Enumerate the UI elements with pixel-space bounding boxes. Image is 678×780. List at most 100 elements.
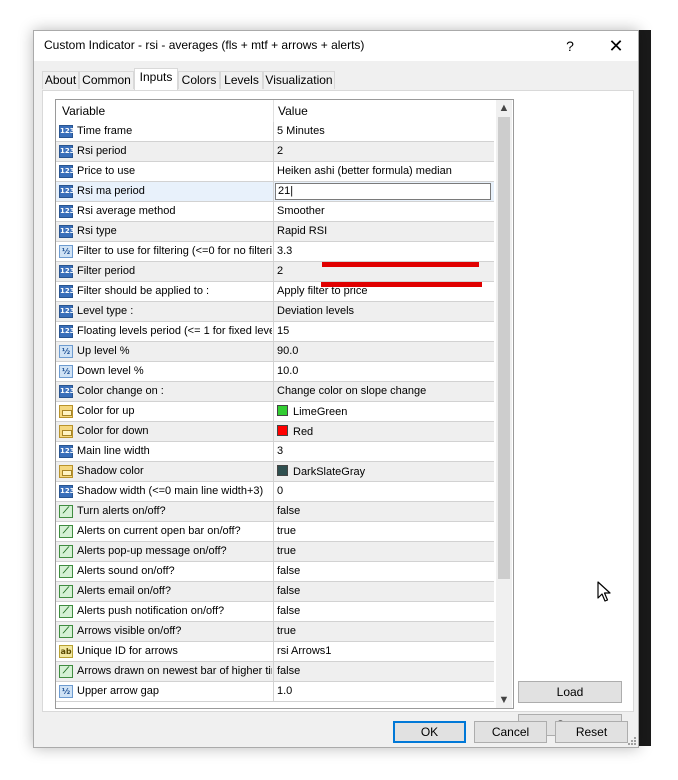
table-row[interactable]: ½ Up level % 90.0 bbox=[56, 342, 494, 362]
scroll-up-arrow-icon[interactable]: ▲ bbox=[496, 100, 512, 116]
variable-value[interactable]: Smoother bbox=[277, 205, 487, 217]
cell-divider bbox=[273, 562, 274, 582]
table-row[interactable]: ⟋ Turn alerts on/off? false bbox=[56, 502, 494, 522]
variable-value[interactable]: false bbox=[277, 565, 487, 577]
cell-divider bbox=[273, 282, 274, 302]
variable-value[interactable]: 2 bbox=[277, 145, 487, 157]
variable-value-text: false bbox=[277, 605, 301, 617]
variable-value[interactable]: 5 Minutes bbox=[277, 125, 487, 137]
variable-name: Alerts sound on/off? bbox=[77, 565, 175, 577]
table-row[interactable]: Color for up LimeGreen bbox=[56, 402, 494, 422]
variable-value[interactable]: false bbox=[277, 665, 487, 677]
table-row[interactable]: ab Unique ID for arrows rsi Arrows1 bbox=[56, 642, 494, 662]
scroll-down-arrow-icon[interactable]: ▼ bbox=[496, 692, 512, 708]
variable-value[interactable]: false bbox=[277, 505, 487, 517]
column-divider[interactable] bbox=[273, 100, 274, 122]
scrollbar-thumb[interactable] bbox=[498, 117, 510, 579]
cancel-button[interactable]: Cancel bbox=[474, 721, 547, 743]
tab-inputs[interactable]: Inputs bbox=[134, 68, 178, 90]
variable-value-text: 3 bbox=[277, 445, 284, 457]
table-row[interactable]: ⟋ Alerts push notification on/off? false bbox=[56, 602, 494, 622]
table-row[interactable]: 123 Main line width 3 bbox=[56, 442, 494, 462]
help-button[interactable]: ? bbox=[560, 35, 580, 57]
table-row[interactable]: 123 Rsi ma period 21| bbox=[56, 182, 494, 202]
variable-value[interactable]: Heiken ashi (better formula) median bbox=[277, 165, 487, 177]
close-button[interactable]: ✕ bbox=[606, 35, 626, 57]
color-type-icon bbox=[59, 465, 73, 478]
tab-visualization[interactable]: Visualization bbox=[263, 71, 335, 89]
table-row[interactable]: 123 Rsi average method Smoother bbox=[56, 202, 494, 222]
boolean-type-icon: ⟋ bbox=[59, 665, 73, 678]
variable-value[interactable]: false bbox=[277, 585, 487, 597]
variable-value[interactable]: rsi Arrows1 bbox=[277, 645, 487, 657]
table-row[interactable]: 123 Rsi type Rapid RSI bbox=[56, 222, 494, 242]
tab-common[interactable]: Common bbox=[79, 71, 134, 89]
variable-value[interactable]: false bbox=[277, 605, 487, 617]
cell-divider bbox=[273, 142, 274, 162]
table-row[interactable]: Shadow color DarkSlateGray bbox=[56, 462, 494, 482]
table-row[interactable]: ½ Down level % 10.0 bbox=[56, 362, 494, 382]
table-row[interactable]: 123 Color change on : Change color on slop… bbox=[56, 382, 494, 402]
variable-value[interactable]: LimeGreen bbox=[277, 405, 487, 418]
integer-type-icon: 123 bbox=[59, 165, 75, 178]
variable-name: Arrows drawn on newest bar of higher tim… bbox=[77, 665, 272, 677]
resize-grip-icon[interactable] bbox=[628, 737, 636, 745]
variable-name: Filter should be applied to : bbox=[77, 285, 210, 297]
reset-button[interactable]: Reset bbox=[555, 721, 628, 743]
table-row[interactable]: 123 Level type : Deviation levels bbox=[56, 302, 494, 322]
variable-value-text: 2 bbox=[277, 145, 284, 157]
variable-value[interactable]: true bbox=[277, 545, 487, 557]
column-header-value[interactable]: Value bbox=[278, 104, 308, 118]
table-row[interactable]: 123 Price to use Heiken ashi (better formu… bbox=[56, 162, 494, 182]
value-edit-field[interactable]: 21| bbox=[275, 183, 491, 200]
load-button[interactable]: Load bbox=[518, 681, 622, 703]
variable-name: Time frame bbox=[77, 125, 133, 137]
variable-value[interactable]: 1.0 bbox=[277, 685, 487, 697]
custom-indicator-dialog: Custom Indicator - rsi - averages (fls +… bbox=[33, 30, 639, 748]
boolean-type-icon: ⟋ bbox=[59, 605, 73, 618]
boolean-type-icon: ⟋ bbox=[59, 545, 73, 558]
table-row[interactable]: ⟋ Alerts on current open bar on/off? true bbox=[56, 522, 494, 542]
window-title: Custom Indicator - rsi - averages (fls +… bbox=[44, 38, 365, 52]
variable-name: Price to use bbox=[77, 165, 136, 177]
table-row[interactable]: ½ Filter to use for filtering (<=0 for no… bbox=[56, 242, 494, 262]
tab-levels[interactable]: Levels bbox=[220, 71, 263, 89]
variable-value[interactable]: 0 bbox=[277, 485, 487, 497]
variable-value[interactable]: 15 bbox=[277, 325, 487, 337]
cell-divider bbox=[273, 302, 274, 322]
integer-type-icon: 123 bbox=[59, 445, 75, 458]
table-row[interactable]: 123 Time frame 5 Minutes bbox=[56, 122, 494, 142]
tab-colors[interactable]: Colors bbox=[178, 71, 220, 89]
cell-divider bbox=[273, 342, 274, 362]
table-row[interactable]: 123 Shadow width (<=0 main line width+3) 0 bbox=[56, 482, 494, 502]
variable-value[interactable]: 90.0 bbox=[277, 345, 487, 357]
cell-divider bbox=[273, 662, 274, 682]
variable-value[interactable]: true bbox=[277, 625, 487, 637]
variable-value[interactable]: Change color on slope change bbox=[277, 385, 487, 397]
color-swatch bbox=[277, 425, 288, 436]
table-row[interactable]: 123 Rsi period 2 bbox=[56, 142, 494, 162]
cell-divider bbox=[273, 182, 274, 202]
variable-value[interactable]: Red bbox=[277, 425, 487, 438]
variable-value[interactable]: true bbox=[277, 525, 487, 537]
integer-type-icon: 123 bbox=[59, 265, 75, 278]
table-row[interactable]: ⟋ Alerts email on/off? false bbox=[56, 582, 494, 602]
boolean-type-icon: ⟋ bbox=[59, 505, 73, 518]
table-row[interactable]: Color for down Red bbox=[56, 422, 494, 442]
variable-value[interactable]: 10.0 bbox=[277, 365, 487, 377]
table-row[interactable]: ½ Upper arrow gap 1.0 bbox=[56, 682, 494, 702]
table-row[interactable]: 123 Floating levels period (<= 1 for fixe… bbox=[56, 322, 494, 342]
variable-value[interactable]: 3 bbox=[277, 445, 487, 457]
variable-value[interactable]: Deviation levels bbox=[277, 305, 487, 317]
table-row[interactable]: ⟋ Alerts sound on/off? false bbox=[56, 562, 494, 582]
column-header-variable[interactable]: Variable bbox=[62, 104, 105, 118]
vertical-scrollbar[interactable]: ▲ ▼ bbox=[496, 100, 512, 708]
variable-value[interactable]: DarkSlateGray bbox=[277, 465, 487, 478]
variable-value[interactable]: 3.3 bbox=[277, 245, 487, 257]
tab-about[interactable]: About bbox=[42, 71, 79, 89]
table-row[interactable]: ⟋ Arrows drawn on newest bar of higher ti… bbox=[56, 662, 494, 682]
table-row[interactable]: ⟋ Arrows visible on/off? true bbox=[56, 622, 494, 642]
table-row[interactable]: ⟋ Alerts pop-up message on/off? true bbox=[56, 542, 494, 562]
variable-value[interactable]: Rapid RSI bbox=[277, 225, 487, 237]
ok-button[interactable]: OK bbox=[393, 721, 466, 743]
